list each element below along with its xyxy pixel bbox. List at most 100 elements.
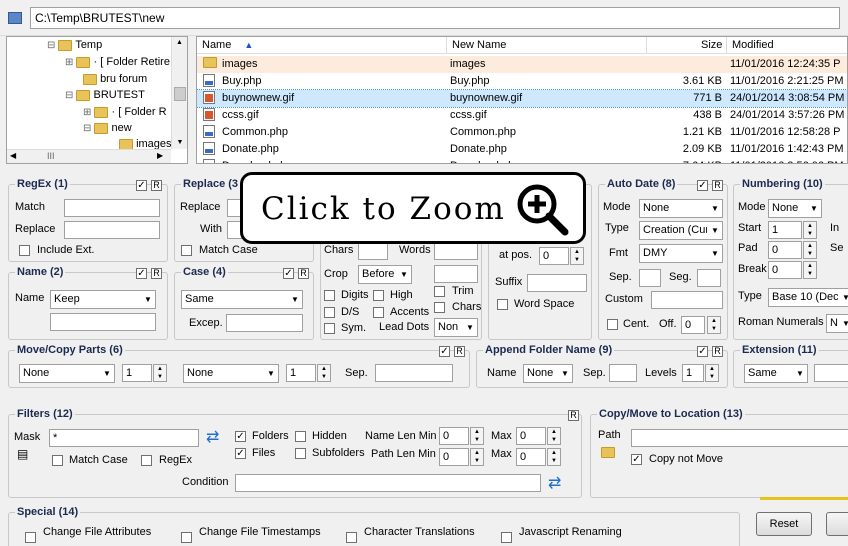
- change-file-timestamps-checkbox[interactable]: [181, 532, 192, 543]
- auto-date-fmt-select[interactable]: DMY: [639, 244, 723, 263]
- roman-numerals-select[interactable]: No: [826, 314, 848, 333]
- files-checkbox[interactable]: ✓: [235, 448, 246, 459]
- name-len-min-input[interactable]: 0: [439, 427, 469, 445]
- regex-checkbox[interactable]: [141, 455, 152, 466]
- ds-checkbox[interactable]: [324, 307, 335, 318]
- excep-input[interactable]: [226, 314, 303, 332]
- name-select[interactable]: Keep: [50, 290, 156, 309]
- replace-match-case-checkbox[interactable]: [181, 245, 192, 256]
- file-row[interactable]: Download.php Download.php 7.64 KB 11/01/201…: [197, 158, 847, 163]
- auto-date-off-input[interactable]: 0: [681, 316, 705, 334]
- auto-date-seg-input[interactable]: [697, 269, 721, 287]
- tree-item-folder-r[interactable]: ⊞ · [ Folder R: [83, 106, 167, 118]
- hidden-checkbox[interactable]: [295, 431, 306, 442]
- column-divider[interactable]: [446, 37, 447, 54]
- folder-tree[interactable]: ⊟ Temp ⊞ · [ Folder Retire bru forum ⊟ B…: [6, 36, 188, 164]
- numbering-pad-spinner[interactable]: ▲ ▼: [803, 241, 817, 259]
- name-reset-button[interactable]: R: [151, 268, 162, 279]
- rename-button[interactable]: [826, 512, 848, 536]
- high-checkbox[interactable]: [373, 290, 384, 301]
- extension-input[interactable]: [814, 364, 848, 382]
- case-reset-button[interactable]: R: [298, 268, 309, 279]
- path-bar-icon[interactable]: [8, 12, 22, 24]
- column-header-modified[interactable]: Modified: [732, 39, 774, 51]
- append-folder-enable-checkbox[interactable]: ✓: [697, 346, 708, 357]
- scroll-down-icon[interactable]: ▼: [172, 137, 187, 149]
- sym-checkbox[interactable]: [324, 323, 335, 334]
- move-copy-spinner-2[interactable]: ▲ ▼: [317, 364, 331, 382]
- chars-checkbox[interactable]: [434, 302, 445, 313]
- file-row[interactable]: images images 11/01/2016 12:24:35 P: [197, 56, 847, 73]
- append-folder-levels-spinner[interactable]: ▲ ▼: [705, 364, 719, 382]
- auto-date-enable-checkbox[interactable]: ✓: [697, 180, 708, 191]
- scroll-thumb[interactable]: [174, 87, 186, 101]
- subfolders-checkbox[interactable]: [295, 448, 306, 459]
- digits-checkbox[interactable]: [324, 290, 335, 301]
- copy-not-move-checkbox[interactable]: ✓: [631, 454, 642, 465]
- column-header-size[interactable]: Size: [701, 39, 722, 51]
- chars-input[interactable]: [358, 242, 388, 260]
- tree-hscrollbar[interactable]: ◀ III ▶: [7, 149, 171, 163]
- numbering-type-select[interactable]: Base 10 (Deci: [768, 288, 848, 307]
- trim-checkbox[interactable]: [434, 286, 445, 297]
- move-copy-select-1[interactable]: None: [19, 364, 115, 383]
- case-enable-checkbox[interactable]: ✓: [283, 268, 294, 279]
- include-ext-checkbox[interactable]: [19, 245, 30, 256]
- numbering-break-spinner[interactable]: ▲ ▼: [803, 261, 817, 279]
- regex-reset-button[interactable]: R: [151, 180, 162, 191]
- file-row[interactable]: buynownew.gif buynownew.gif 771 B 24/01/201…: [197, 89, 847, 108]
- scroll-up-icon[interactable]: ▲: [172, 37, 187, 49]
- click-to-zoom-overlay[interactable]: Click to Zoom: [240, 172, 586, 244]
- file-row[interactable]: Donate.php Donate.php 2.09 KB 11/01/2016 1:…: [197, 141, 847, 158]
- numbering-start-spinner[interactable]: ▲ ▼: [803, 221, 817, 239]
- name-enable-checkbox[interactable]: ✓: [136, 268, 147, 279]
- numbering-start-input[interactable]: 1: [768, 221, 802, 239]
- tree-vscrollbar[interactable]: ▲ ▼: [171, 37, 187, 149]
- append-folder-name-select[interactable]: None: [523, 364, 573, 383]
- regex-match-input[interactable]: [64, 199, 160, 217]
- column-divider[interactable]: [646, 37, 647, 54]
- numbering-break-input[interactable]: 0: [768, 261, 802, 279]
- change-file-attributes-checkbox[interactable]: [25, 532, 36, 543]
- file-list[interactable]: Name ▲ New Name Size Modified images imag…: [196, 36, 848, 164]
- move-copy-sep-input[interactable]: [375, 364, 453, 382]
- append-folder-sep-input[interactable]: [609, 364, 637, 382]
- case-select[interactable]: Same: [181, 290, 303, 309]
- crop-select[interactable]: Before: [358, 265, 412, 284]
- path-len-min-spinner[interactable]: ▲ ▼: [470, 448, 484, 466]
- mask-input[interactable]: *: [49, 429, 199, 447]
- scroll-thumb-grip[interactable]: III: [47, 151, 55, 161]
- tree-item-new[interactable]: ⊟ new: [83, 122, 132, 134]
- tree-item-temp[interactable]: ⊟ Temp: [47, 39, 102, 51]
- folder-browse-icon[interactable]: [601, 447, 615, 458]
- tree-item-bru-forum[interactable]: bru forum: [83, 73, 147, 85]
- append-folder-levels-input[interactable]: 1: [682, 364, 704, 382]
- move-copy-enable-checkbox[interactable]: ✓: [439, 346, 450, 357]
- name-input[interactable]: [50, 313, 156, 331]
- move-copy-spinner-1[interactable]: ▲ ▼: [153, 364, 167, 382]
- name-len-min-spinner[interactable]: ▲ ▼: [470, 427, 484, 445]
- path-input[interactable]: C:\Temp\BRUTEST\new: [30, 7, 840, 29]
- words-input[interactable]: [434, 242, 478, 260]
- scroll-left-icon[interactable]: ◀: [10, 151, 16, 160]
- tree-item-folder-retire[interactable]: ⊞ · [ Folder Retire: [65, 56, 170, 68]
- path-len-min-input[interactable]: 0: [439, 448, 469, 466]
- refresh-icon[interactable]: ⇄: [206, 427, 219, 447]
- column-header-name[interactable]: Name ▲: [202, 39, 253, 51]
- move-copy-count-1[interactable]: 1: [122, 364, 152, 382]
- file-row[interactable]: ccss.gif ccss.gif 438 B 24/01/2014 3:57:26 …: [197, 107, 847, 124]
- suffix-input[interactable]: [527, 274, 587, 292]
- name-len-max-input[interactable]: 0: [516, 427, 546, 445]
- auto-date-off-spinner[interactable]: ▲ ▼: [707, 316, 721, 334]
- move-copy-reset-button[interactable]: R: [454, 346, 465, 357]
- word-space-checkbox[interactable]: [497, 299, 508, 310]
- at-pos-spinner[interactable]: ▲ ▼: [570, 247, 584, 265]
- file-row[interactable]: Common.php Common.php 1.21 KB 11/01/2016 12…: [197, 124, 847, 141]
- scroll-right-icon[interactable]: ▶: [157, 151, 163, 160]
- character-translations-checkbox[interactable]: [346, 532, 357, 543]
- column-header-new-name[interactable]: New Name: [452, 39, 506, 51]
- copy-move-path-input[interactable]: [631, 429, 848, 447]
- numbering-mode-select[interactable]: None: [768, 199, 822, 218]
- javascript-renaming-checkbox[interactable]: [501, 532, 512, 543]
- path-len-max-input[interactable]: 0: [516, 448, 546, 466]
